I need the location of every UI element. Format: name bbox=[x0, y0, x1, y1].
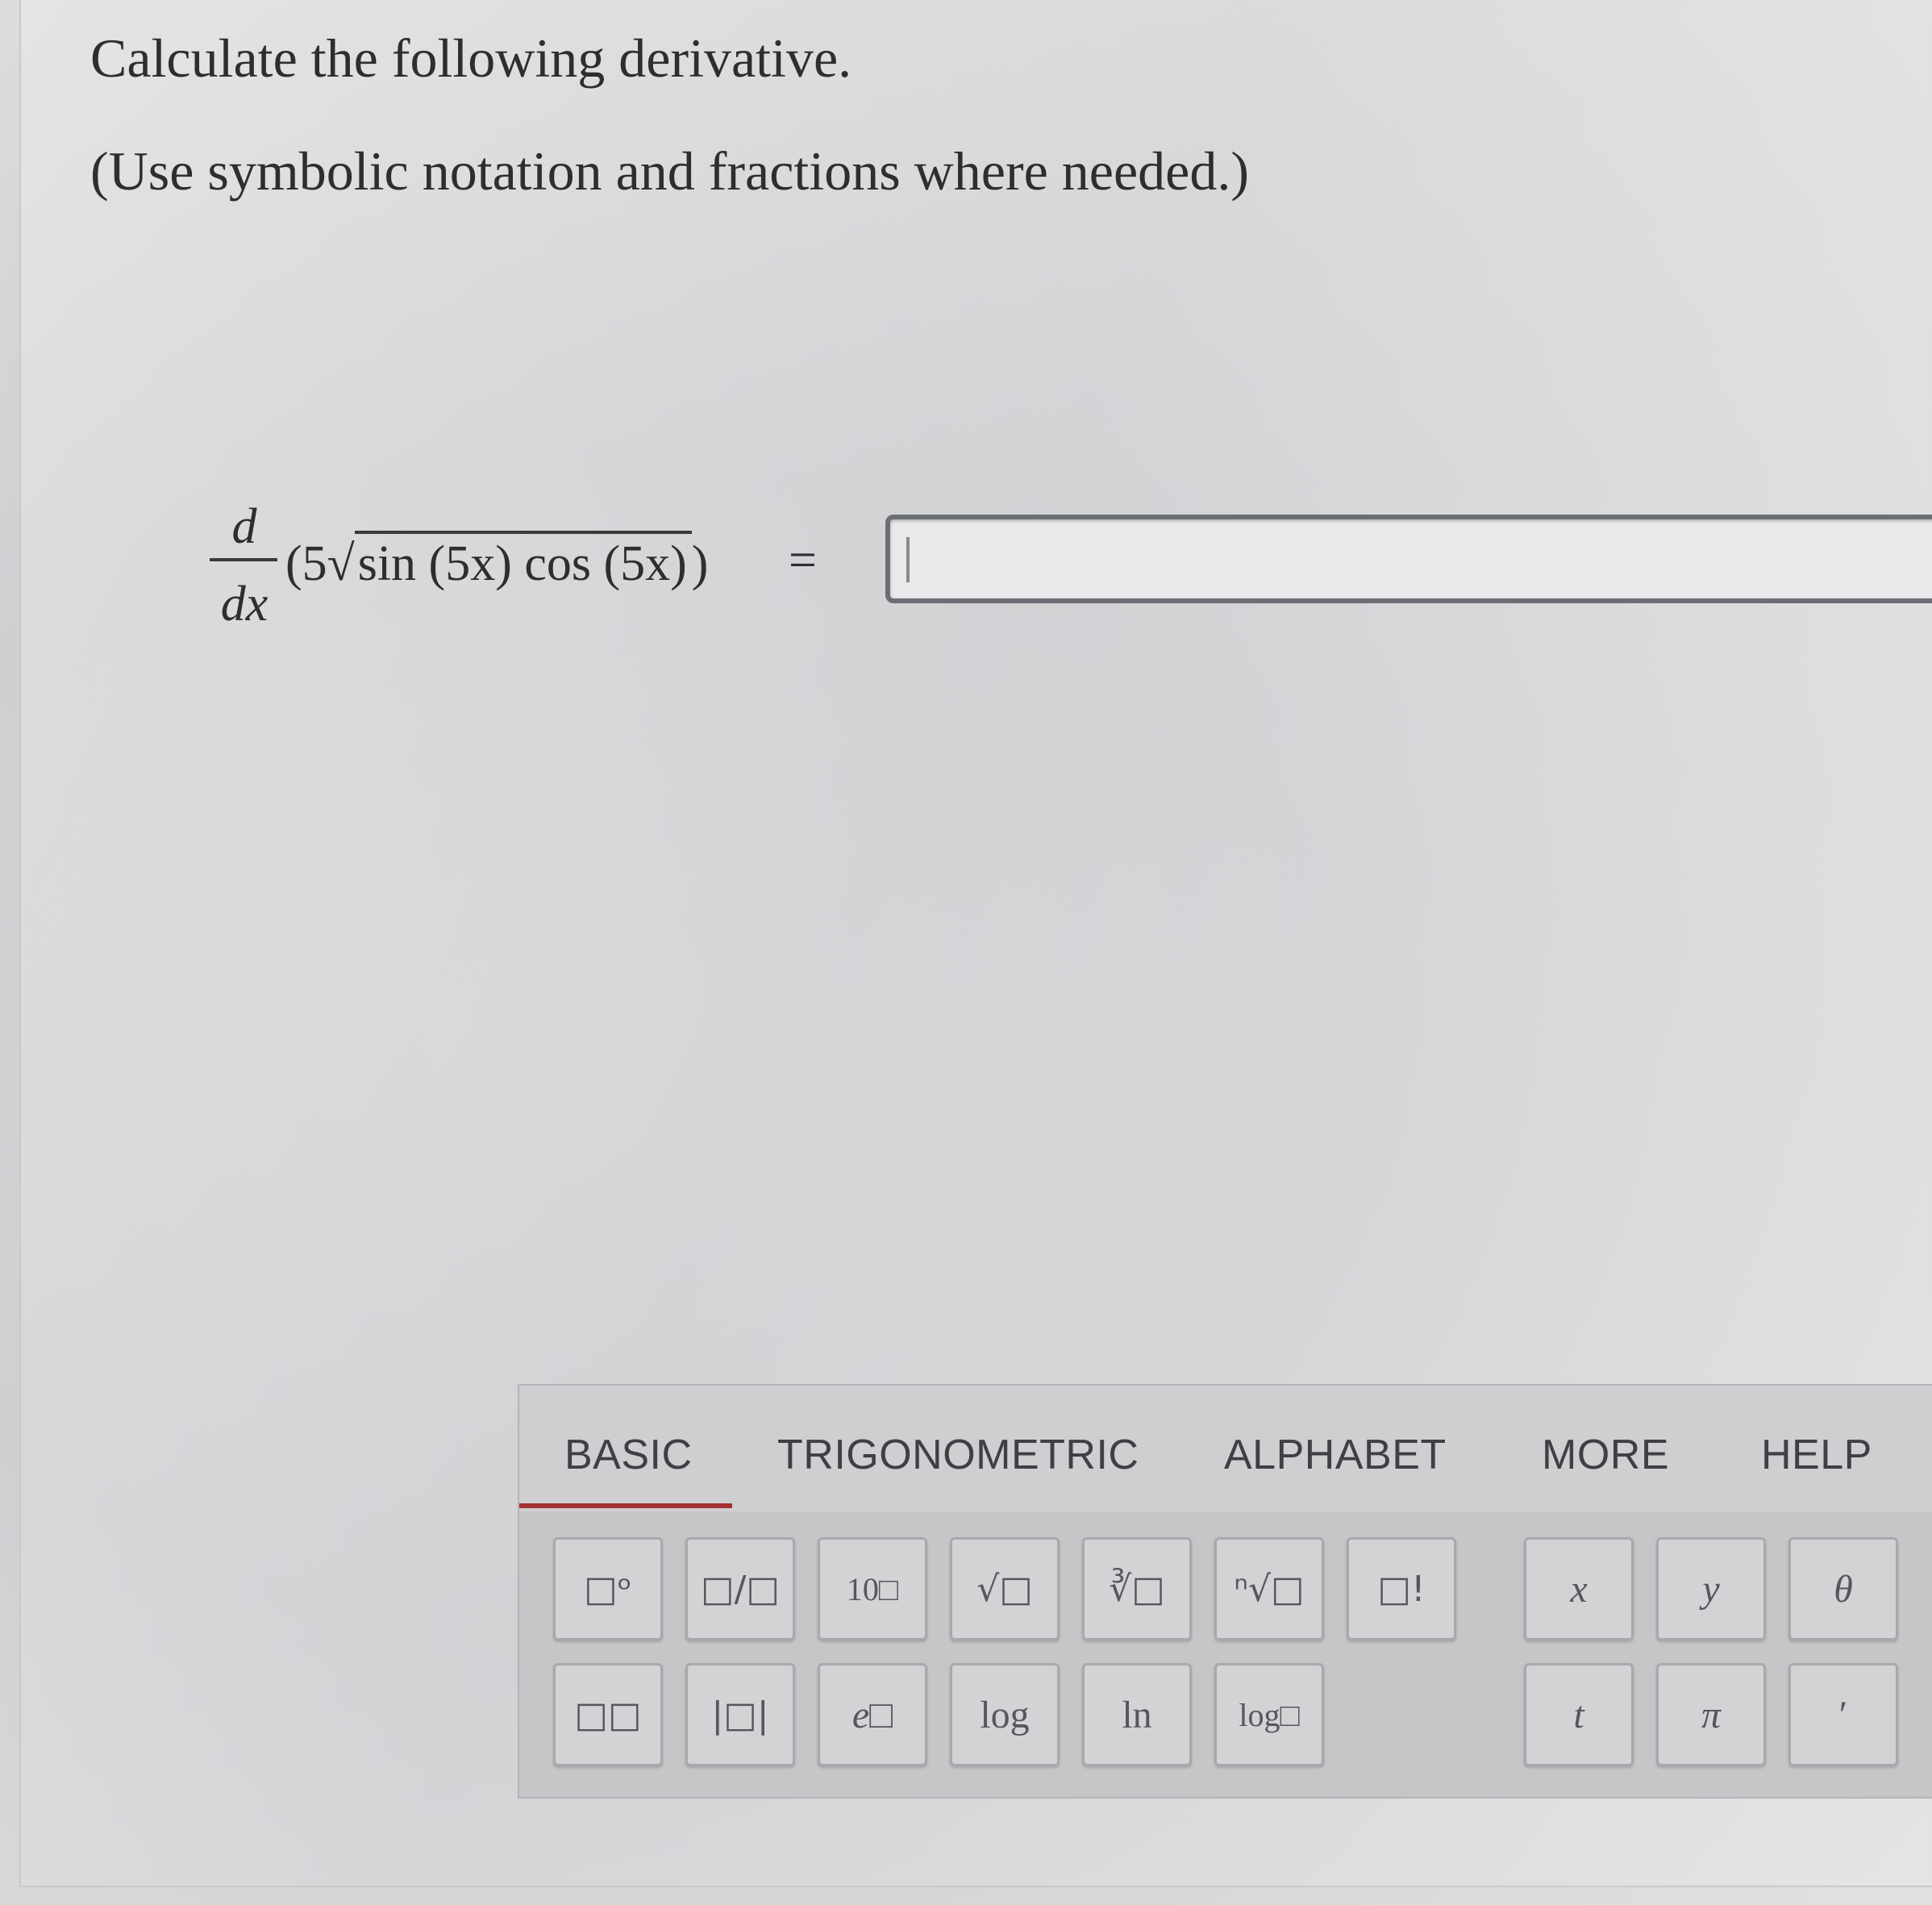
subscript-button[interactable]: □□ bbox=[553, 1663, 663, 1766]
prime-button[interactable]: ′ bbox=[1788, 1663, 1898, 1766]
exponential-button[interactable]: e□ bbox=[818, 1663, 927, 1766]
theta-button[interactable]: θ bbox=[1788, 1537, 1898, 1640]
nth-root-button[interactable]: ⁿ√□ bbox=[1214, 1537, 1324, 1640]
tab-basic[interactable]: BASIC bbox=[564, 1431, 693, 1479]
pi-button[interactable]: π bbox=[1656, 1663, 1766, 1766]
tab-trigonometric[interactable]: TRIGONOMETRIC bbox=[777, 1431, 1139, 1479]
tab-alphabet[interactable]: ALPHABET bbox=[1224, 1431, 1447, 1479]
function-expression: (5√sin (5x) cos (5x)) bbox=[285, 531, 708, 593]
expression-close: ) bbox=[691, 536, 709, 591]
fraction-bar bbox=[210, 558, 277, 561]
expression-open: (5 bbox=[285, 536, 327, 591]
ten-power-button[interactable]: 10□ bbox=[818, 1537, 927, 1640]
tab-help[interactable]: HELP bbox=[1761, 1431, 1872, 1479]
variable-y-button[interactable]: y bbox=[1656, 1537, 1766, 1640]
radical: √sin (5x) cos (5x) bbox=[327, 531, 692, 593]
question-prompt: Calculate the following derivative. bbox=[90, 27, 852, 89]
cube-root-button[interactable]: ∛□ bbox=[1082, 1537, 1192, 1640]
power-button[interactable]: □ᵒ bbox=[553, 1537, 663, 1640]
fraction-button[interactable]: □/□ bbox=[685, 1537, 795, 1640]
derivative-expression: d dx (5√sin (5x) cos (5x)) = bbox=[208, 498, 853, 632]
equals-sign: = bbox=[789, 533, 817, 588]
radical-sign-icon: √ bbox=[327, 536, 355, 591]
variable-x-button[interactable]: x bbox=[1524, 1537, 1634, 1640]
active-tab-indicator bbox=[519, 1503, 732, 1508]
log-base-button[interactable]: log□ bbox=[1214, 1663, 1324, 1766]
math-palette: BASIC TRIGONOMETRIC ALPHABET MORE HELP □… bbox=[518, 1384, 1932, 1799]
square-root-button[interactable]: √□ bbox=[950, 1537, 1060, 1640]
answer-input[interactable] bbox=[885, 515, 1932, 603]
absolute-value-button[interactable]: |□| bbox=[685, 1663, 795, 1766]
variable-t-button[interactable]: t bbox=[1524, 1663, 1634, 1766]
derivative-denominator: dx bbox=[220, 577, 269, 632]
natural-log-button[interactable]: ln bbox=[1082, 1663, 1192, 1766]
palette-tabs: BASIC TRIGONOMETRIC ALPHABET MORE HELP bbox=[519, 1386, 1932, 1511]
log-button[interactable]: log bbox=[950, 1663, 1060, 1766]
derivative-numerator: d bbox=[231, 499, 257, 554]
text-caret bbox=[906, 537, 910, 582]
question-instructions: (Use symbolic notation and fractions whe… bbox=[90, 140, 1249, 202]
tab-more[interactable]: MORE bbox=[1542, 1431, 1669, 1479]
factorial-button[interactable]: □! bbox=[1347, 1537, 1456, 1640]
radicand: sin (5x) cos (5x) bbox=[354, 531, 692, 593]
